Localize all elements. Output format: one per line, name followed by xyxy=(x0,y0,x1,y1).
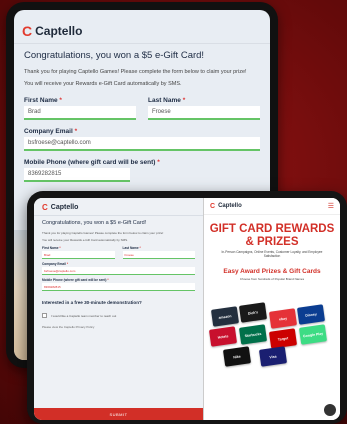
last-name-input[interactable]: Froese xyxy=(148,106,260,120)
earn-title: Easy Award Prizes & Gift Cards xyxy=(223,268,321,275)
last-name-label: Last Name * xyxy=(122,246,141,250)
first-name-group: First Name * Brad xyxy=(42,246,115,259)
company-email-label: Company Email * xyxy=(24,128,78,135)
back-header: C Captello xyxy=(14,20,270,44)
captello-logo: C Captello xyxy=(210,203,242,210)
last-name-input[interactable]: Froese xyxy=(122,251,195,259)
hero-subtitle: In-Person Campaigns, Online Events, Cust… xyxy=(221,250,323,258)
last-name-group: Last Name * Froese xyxy=(122,246,195,259)
last-name-label: Last Name * xyxy=(148,97,186,104)
captello-logo: C Captello xyxy=(42,203,195,212)
privacy-note[interactable]: Please view the Captello Privacy Policy xyxy=(42,325,195,329)
mobile-input[interactable]: 8369282815 xyxy=(24,168,131,182)
first-name-input[interactable]: Brad xyxy=(42,251,115,259)
gift-card: amazon xyxy=(210,306,240,327)
demo-question: Interested in a free 30-minute demonstra… xyxy=(42,300,142,305)
captello-logo: C Captello xyxy=(22,23,82,39)
form-title: Congratulations, you won a $5 e-Gift Car… xyxy=(42,220,147,226)
company-email-group: Company Email * bsfroese@captello.com xyxy=(24,128,260,151)
captello-logo-icon: C xyxy=(210,202,216,210)
gift-card: Google Play xyxy=(298,324,328,345)
form-header: C Captello xyxy=(34,198,203,216)
company-email-group: Company Email * bsfroese@captello.com xyxy=(42,262,195,275)
sms-note: You will receive your Rewards e-Gift Car… xyxy=(42,238,128,242)
gift-card-collage: amazon Dick's ebay Disney Hotels Starbucks Tar… xyxy=(208,302,336,420)
logo-text: Captello xyxy=(218,203,242,209)
captello-logo-icon: C xyxy=(42,203,48,212)
first-name-label: First Name * xyxy=(42,246,61,250)
sms-note: You will receive your Rewards e-Gift Car… xyxy=(24,81,182,87)
captello-logo-icon: C xyxy=(22,23,33,39)
chat-bubble-icon[interactable] xyxy=(324,404,336,416)
form-panel: C Captello Congratulations, you won a $5… xyxy=(34,198,204,420)
form-intro: Thank you for playing Captello Games! Pl… xyxy=(42,231,164,235)
company-email-input[interactable]: bsfroese@captello.com xyxy=(24,137,260,151)
gift-card: Starbucks xyxy=(238,324,268,345)
first-name-label: First Name * xyxy=(24,97,62,104)
demo-checkbox-label: I would like a Captello team member to r… xyxy=(51,313,117,318)
front-tablet-screen: C Captello Congratulations, you won a $5… xyxy=(34,198,340,420)
first-name-input[interactable]: Brad xyxy=(24,106,136,120)
earn-subtitle: Choose from hundreds of Popular Brand Na… xyxy=(239,277,305,281)
hamburger-menu-icon[interactable]: ☰ xyxy=(328,202,334,210)
logo-text: Captello xyxy=(50,204,79,211)
hero-title: GIFT CARD REWARDS & PRIZES xyxy=(209,223,335,248)
gift-card: Visa xyxy=(258,346,288,367)
company-email-label: Company Email * xyxy=(42,262,69,266)
back-form: Congratulations, you won a $5 e-Gift Car… xyxy=(14,44,270,188)
form-intro: Thank you for playing Captello Games! Pl… xyxy=(24,69,247,75)
name-row: First Name * Brad Last Name * Froese xyxy=(24,97,260,120)
mobile-label: Mobile Phone (where gift card will be se… xyxy=(42,278,109,282)
demo-checkbox[interactable] xyxy=(42,313,47,318)
gift-card: Dick's xyxy=(238,302,268,323)
mobile-group: Mobile Phone (where gift card will be se… xyxy=(24,159,260,182)
gift-card: Disney xyxy=(296,304,326,325)
mobile-group: Mobile Phone (where gift card will be se… xyxy=(42,278,195,291)
gift-card: ebay xyxy=(268,308,298,329)
status-bar xyxy=(14,10,270,20)
promo-header: C Captello ☰ xyxy=(204,198,340,215)
form-title: Congratulations, you won a $5 e-Gift Car… xyxy=(24,50,205,61)
gift-card: Nike xyxy=(222,346,252,367)
mobile-input[interactable]: 8369282815 xyxy=(42,283,195,291)
company-email-input[interactable]: bsfroese@captello.com xyxy=(42,267,195,275)
first-name-group: First Name * Brad xyxy=(24,97,136,120)
last-name-group: Last Name * Froese xyxy=(148,97,260,120)
front-tablet: C Captello Congratulations, you won a $5… xyxy=(27,191,347,424)
gift-card: Hotels xyxy=(208,326,238,347)
promo-panel: C Captello ☰ GIFT CARD REWARDS & PRIZES … xyxy=(204,198,340,420)
submit-button[interactable]: SUBMIT xyxy=(34,408,203,420)
form: Congratulations, you won a $5 e-Gift Car… xyxy=(34,216,203,333)
mobile-label: Mobile Phone (where gift card will be se… xyxy=(24,159,160,166)
demo-checkbox-row[interactable]: I would like a Captello team member to r… xyxy=(42,313,195,318)
logo-text: Captello xyxy=(35,24,83,38)
name-row: First Name * Brad Last Name * Froese xyxy=(42,246,195,259)
